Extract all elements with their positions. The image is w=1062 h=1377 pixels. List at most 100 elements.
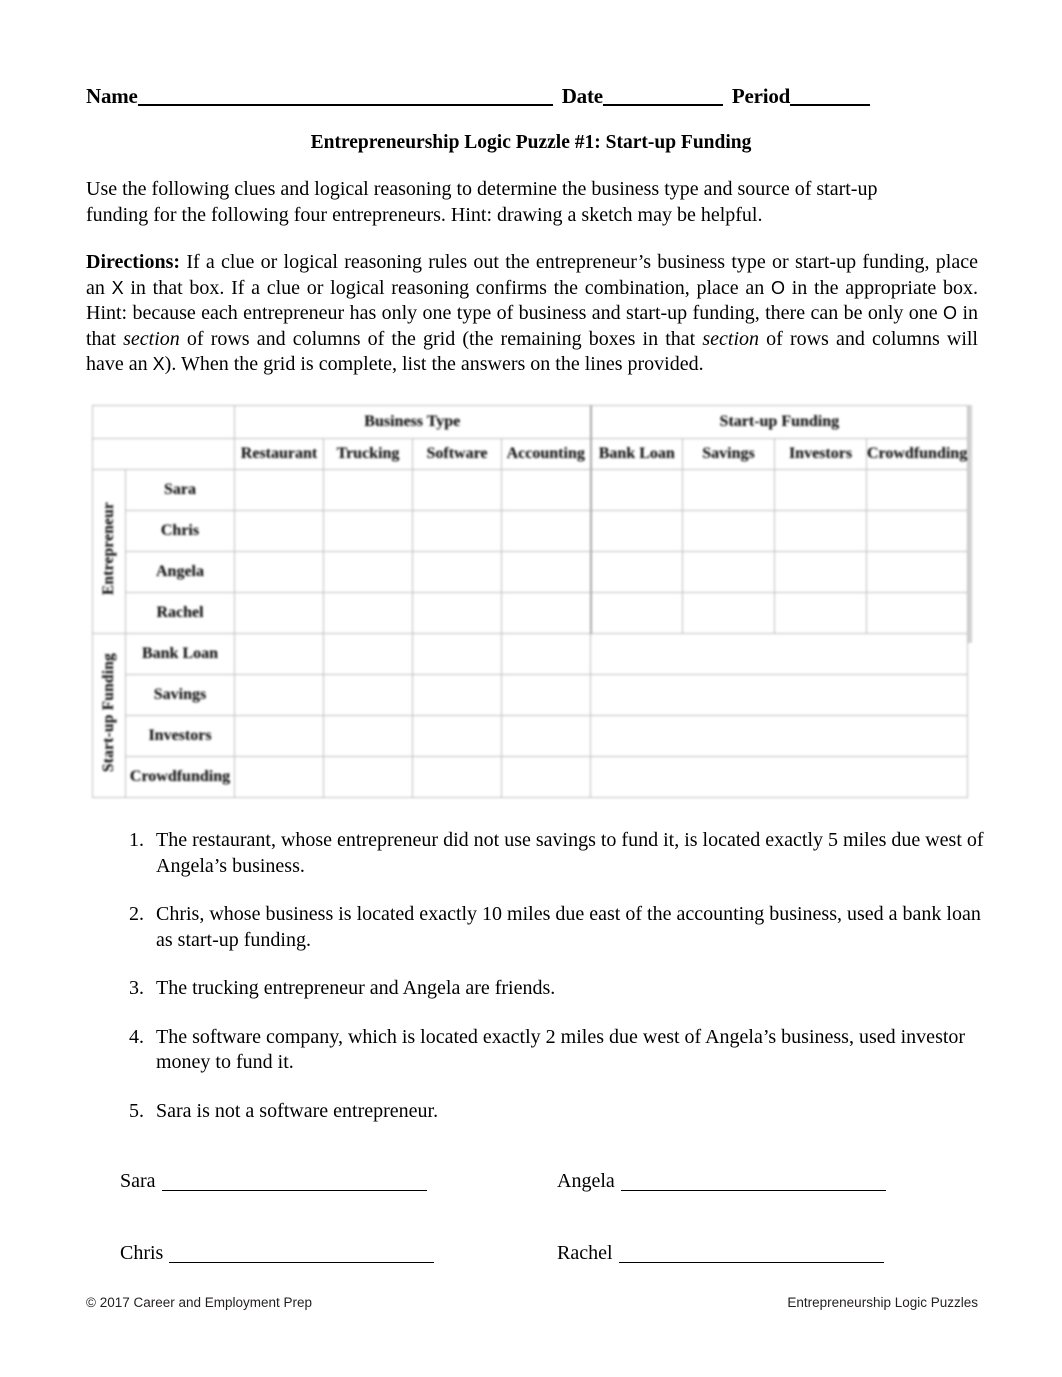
grid-group-header: Start-up Funding xyxy=(589,405,969,439)
grid-cell[interactable] xyxy=(589,592,683,634)
grid-row-label-sara: Sara xyxy=(125,469,235,511)
name-date-period-line: Name Date Period xyxy=(86,84,978,109)
grid-cell[interactable] xyxy=(774,592,867,634)
grid-cell[interactable] xyxy=(682,592,775,634)
grid-cell[interactable] xyxy=(323,592,413,634)
directions-part-5: of rows and columns of the grid (the rem… xyxy=(179,327,703,350)
answer-blank-line-rachel[interactable] xyxy=(618,1262,884,1263)
grid-cell[interactable] xyxy=(774,469,867,511)
date-blank-line[interactable] xyxy=(602,104,723,106)
grid-cell[interactable] xyxy=(865,592,969,634)
grid-cell[interactable] xyxy=(323,633,413,675)
clue-text: The trucking entrepreneur and Angela are… xyxy=(156,977,556,999)
answer-blank-line-chris[interactable] xyxy=(169,1262,435,1263)
grid-cell[interactable] xyxy=(234,633,324,675)
grid-side-group-label-entrepreneur: Entrepreneur xyxy=(100,502,117,596)
grid-cell[interactable] xyxy=(501,469,591,511)
emphasis-section-1: section xyxy=(123,327,180,350)
directions-paragraph: Directions: If a clue or logical reasoni… xyxy=(86,250,978,378)
logic-grid-table[interactable]: Business Type Start-up Funding Restaurant T… xyxy=(92,405,969,798)
answer-field-rachel[interactable]: Rachel xyxy=(557,1242,884,1265)
name-blank-line[interactable] xyxy=(137,104,553,106)
grid-cell[interactable] xyxy=(682,551,775,593)
grid-cell[interactable] xyxy=(234,551,324,593)
grid-cell[interactable] xyxy=(234,592,324,634)
clue-text: The software company, which is located e… xyxy=(156,1025,966,1074)
grid-cell[interactable] xyxy=(865,469,969,511)
grid-cell[interactable] xyxy=(865,551,969,593)
grid-cell[interactable] xyxy=(412,592,502,634)
answer-field-sara[interactable]: Sara xyxy=(120,1170,427,1193)
grid-cell[interactable] xyxy=(589,510,683,552)
grid-cell[interactable] xyxy=(865,510,969,552)
directions-part-2: in that box. If a clue or logical reason… xyxy=(123,276,771,299)
grid-cell[interactable] xyxy=(589,469,683,511)
period-blank-line[interactable] xyxy=(790,104,871,106)
clue-item-3: 3. The trucking entrepreneur and Angela a… xyxy=(118,976,988,1002)
emphasis-section-2: section xyxy=(702,327,760,350)
grid-empty-region xyxy=(589,756,969,798)
answer-blank-line-angela[interactable] xyxy=(620,1190,886,1191)
grid-column-header-savings: Savings xyxy=(682,438,775,470)
grid-group-header: Business Type xyxy=(234,405,591,439)
grid-cell[interactable] xyxy=(323,756,413,798)
grid-cell[interactable] xyxy=(234,756,324,798)
grid-cell[interactable] xyxy=(412,551,502,593)
grid-column-header-crowdfunding: Crowdfunding xyxy=(865,438,969,470)
grid-row-rachel: Rachel xyxy=(93,592,969,634)
grid-cell[interactable] xyxy=(589,551,683,593)
grid-cell[interactable] xyxy=(234,674,324,716)
mark-x-1: X xyxy=(111,277,124,298)
grid-cell[interactable] xyxy=(501,756,591,798)
mark-x-2: X xyxy=(152,354,165,374)
grid-row-label-crowdfunding: Crowdfunding xyxy=(125,756,235,798)
grid-cell[interactable] xyxy=(412,674,502,716)
clue-text: Chris, whose business is located exactly… xyxy=(156,903,981,951)
grid-cell[interactable] xyxy=(501,715,591,757)
grid-cell[interactable] xyxy=(501,592,591,634)
clue-number: 4. xyxy=(129,1025,144,1048)
grid-cell[interactable] xyxy=(412,756,502,798)
grid-cell[interactable] xyxy=(412,510,502,552)
grid-row-chris: Chris xyxy=(93,510,969,552)
logic-grid[interactable]: Business Type Start-up Funding Restaurant T… xyxy=(92,400,976,800)
grid-cell[interactable] xyxy=(682,510,775,552)
name-label: Name xyxy=(86,84,138,108)
grid-column-header-investors: Investors xyxy=(774,438,867,470)
grid-cell[interactable] xyxy=(774,551,867,593)
grid-cell[interactable] xyxy=(323,715,413,757)
grid-column-header-bank-loan: Bank Loan xyxy=(589,438,683,470)
answer-field-chris[interactable]: Chris xyxy=(120,1242,435,1265)
grid-cell[interactable] xyxy=(501,633,591,675)
grid-column-header-accounting: Accounting xyxy=(501,438,591,470)
grid-cell[interactable] xyxy=(774,510,867,552)
grid-corner-blank xyxy=(92,405,235,439)
grid-cell[interactable] xyxy=(682,469,775,511)
grid-cell[interactable] xyxy=(323,551,413,593)
grid-group-header-row: Business Type Start-up Funding xyxy=(92,405,969,439)
grid-row-label-chris: Chris xyxy=(125,510,235,552)
clue-number: 1. xyxy=(129,829,144,851)
grid-cell[interactable] xyxy=(234,469,324,511)
grid-cell[interactable] xyxy=(501,551,591,593)
grid-cell[interactable] xyxy=(412,633,502,675)
footer-copyright: © 2017 Career and Employment Prep xyxy=(86,1295,313,1310)
grid-cell[interactable] xyxy=(323,469,413,511)
grid-column-header-trucking: Trucking xyxy=(323,438,413,470)
grid-row-label-angela: Angela xyxy=(125,551,235,593)
grid-cell[interactable] xyxy=(501,510,591,552)
grid-cell[interactable] xyxy=(234,510,324,552)
grid-cell[interactable] xyxy=(323,674,413,716)
clue-item-4: 4. The software company, which is located… xyxy=(118,1025,988,1076)
grid-cell[interactable] xyxy=(412,469,502,511)
answer-blank-line-sara[interactable] xyxy=(161,1190,427,1191)
grid-cell[interactable] xyxy=(412,715,502,757)
worksheet-page: Name Date Period Entrepreneurship Logic Pu… xyxy=(0,0,1062,1377)
directions-part-7: ). When the grid is complete, list the a… xyxy=(164,353,704,375)
grid-row-label-rachel: Rachel xyxy=(125,592,235,634)
intro-paragraph: Use the following clues and logical reas… xyxy=(86,178,878,226)
grid-cell[interactable] xyxy=(323,510,413,552)
answer-field-angela[interactable]: Angela xyxy=(557,1170,886,1193)
grid-cell[interactable] xyxy=(234,715,324,757)
grid-cell[interactable] xyxy=(501,674,591,716)
